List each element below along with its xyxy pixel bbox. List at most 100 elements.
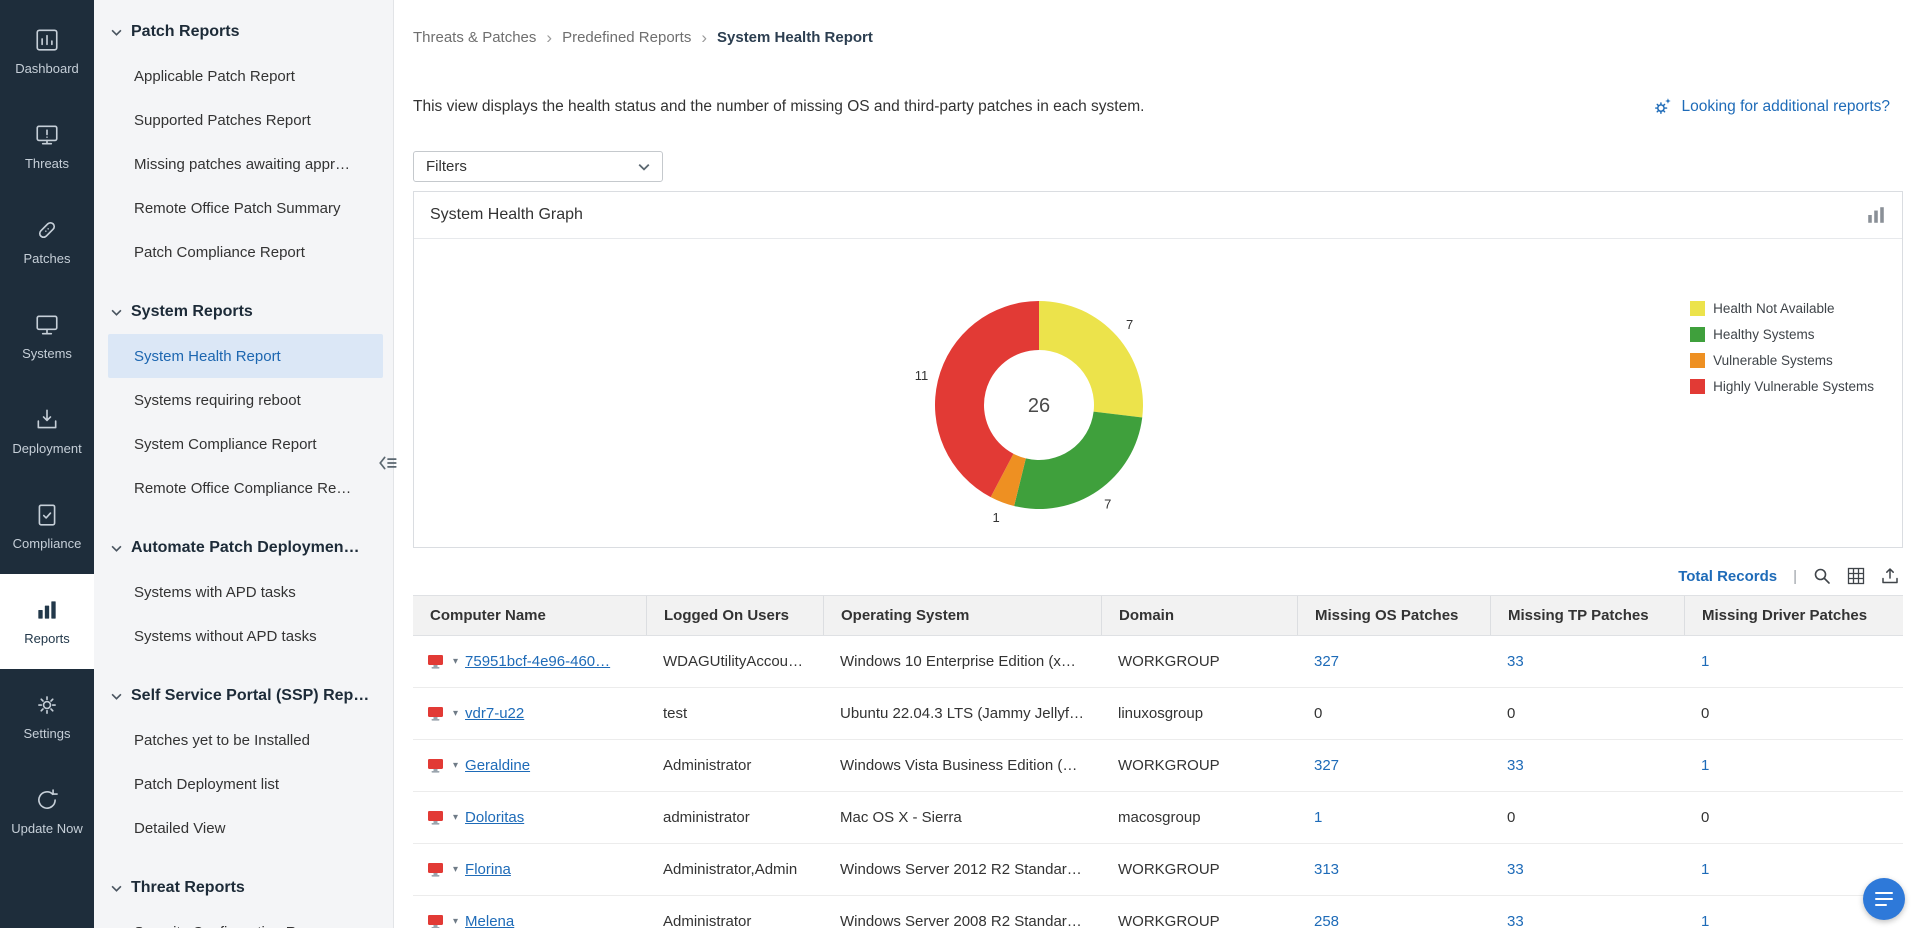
nav-item-update-now[interactable]: Update Now bbox=[0, 764, 94, 859]
legend-item-vulnerable-systems[interactable]: Vulnerable Systems bbox=[1690, 353, 1874, 368]
sidebar-item-missing-patches-awaiting-approval[interactable]: Missing patches awaiting appr… bbox=[94, 142, 393, 186]
nav-item-settings[interactable]: Settings bbox=[0, 669, 94, 764]
breadcrumb-item-current-page: System Health Report bbox=[717, 29, 873, 46]
column-header-operating-system[interactable]: Operating System bbox=[823, 596, 1101, 635]
system-health-table: Computer Name Logged On Users Operating … bbox=[413, 595, 1903, 928]
export-icon[interactable] bbox=[1881, 567, 1899, 585]
sidebar-item-system-compliance-report[interactable]: System Compliance Report bbox=[94, 422, 393, 466]
donut-center-total: 26 bbox=[1028, 395, 1050, 417]
sidebar-item-systems-requiring-reboot[interactable]: Systems requiring reboot bbox=[94, 378, 393, 422]
sidebar-item-remote-office-compliance-report[interactable]: Remote Office Compliance Re… bbox=[94, 466, 393, 510]
sidebar-item-security-configuration-report[interactable]: Security Configuration Rep… bbox=[94, 910, 393, 928]
sidebar-section-header[interactable]: Automate Patch Deploymen… bbox=[94, 526, 393, 570]
nav-item-reports[interactable]: Reports bbox=[0, 574, 94, 669]
column-header-missing-driver-patches[interactable]: Missing Driver Patches bbox=[1684, 596, 1903, 635]
breadcrumb-item-predefined-reports[interactable]: Predefined Reports bbox=[562, 29, 691, 46]
computer-actions-caret-icon[interactable]: ▾ bbox=[453, 656, 458, 667]
total-records-link[interactable]: Total Records bbox=[1678, 568, 1777, 585]
systems-icon bbox=[34, 312, 60, 338]
nav-item-compliance[interactable]: Compliance bbox=[0, 479, 94, 574]
legend-item-healthy-systems[interactable]: Healthy Systems bbox=[1690, 327, 1874, 342]
computer-actions-caret-icon[interactable]: ▾ bbox=[453, 708, 458, 719]
sidebar-item-patch-deployment-list[interactable]: Patch Deployment list bbox=[94, 762, 393, 806]
computer-name-link[interactable]: Geraldine bbox=[465, 757, 530, 774]
missing-os-patches-link[interactable]: 327 bbox=[1314, 757, 1339, 774]
sidebar-item-systems-with-apd-tasks[interactable]: Systems with APD tasks bbox=[94, 570, 393, 614]
computer-actions-caret-icon[interactable]: ▾ bbox=[453, 760, 458, 771]
sidebar-item-systems-without-apd-tasks[interactable]: Systems without APD tasks bbox=[94, 614, 393, 658]
legend-item-highly-vulnerable-systems[interactable]: Highly Vulnerable Systems bbox=[1690, 379, 1874, 394]
sidebar-section-header[interactable]: Threat Reports bbox=[94, 866, 393, 910]
column-header-domain[interactable]: Domain bbox=[1101, 596, 1297, 635]
sidebar-item-remote-office-patch-summary[interactable]: Remote Office Patch Summary bbox=[94, 186, 393, 230]
computer-actions-caret-icon[interactable]: ▾ bbox=[453, 916, 458, 927]
computer-name-link[interactable]: Melena bbox=[465, 913, 514, 928]
computer-name-link[interactable]: vdr7-u22 bbox=[465, 705, 524, 722]
sidebar-section-header[interactable]: Patch Reports bbox=[94, 10, 393, 54]
logged-on-users-cell: Administrator bbox=[646, 740, 823, 791]
missing-os-patches-link[interactable]: 1 bbox=[1314, 809, 1322, 826]
main-content: Threats & Patches › Predefined Reports ›… bbox=[394, 0, 1918, 928]
computer-name-link[interactable]: 75951bcf-4e96-460… bbox=[465, 653, 610, 670]
additional-reports-link[interactable]: Looking for additional reports? bbox=[1652, 96, 1890, 117]
nav-item-dashboard[interactable]: Dashboard bbox=[0, 4, 94, 99]
missing-os-patches-link[interactable]: 327 bbox=[1314, 653, 1339, 670]
chart-legend: Health Not Available Healthy Systems Vul… bbox=[1690, 301, 1874, 405]
missing-os-patches-link[interactable]: 313 bbox=[1314, 861, 1339, 878]
donut-slice-1[interactable] bbox=[1014, 412, 1142, 509]
operating-system-cell: Windows 10 Enterprise Edition (x… bbox=[823, 636, 1101, 687]
missing-driver-patches-link[interactable]: 1 bbox=[1701, 861, 1709, 878]
column-header-computer-name[interactable]: Computer Name bbox=[413, 596, 646, 635]
search-icon[interactable] bbox=[1813, 567, 1831, 585]
nav-label: Systems bbox=[22, 347, 72, 361]
filters-dropdown[interactable]: Filters bbox=[413, 151, 663, 182]
chevron-down-icon bbox=[111, 29, 122, 36]
sidebar-item-system-health-report[interactable]: System Health Report bbox=[108, 334, 383, 378]
table-toolbar: Total Records | bbox=[413, 565, 1899, 587]
sidebar-item-detailed-view[interactable]: Detailed View bbox=[94, 806, 393, 850]
nav-label: Settings bbox=[24, 727, 71, 741]
computer-name-link[interactable]: Doloritas bbox=[465, 809, 524, 826]
breadcrumb-item-threats-and-patches[interactable]: Threats & Patches bbox=[413, 29, 536, 46]
computer-name-link[interactable]: Florina bbox=[465, 861, 511, 878]
missing-driver-patches-link[interactable]: 1 bbox=[1701, 913, 1709, 928]
missing-driver-patches-link[interactable]: 1 bbox=[1701, 757, 1709, 774]
missing-tp-patches-link[interactable]: 33 bbox=[1507, 653, 1524, 670]
donut-slice-value: 11 bbox=[915, 368, 929, 383]
report-suggestion-icon bbox=[1652, 96, 1673, 117]
sidebar-section-header[interactable]: Self Service Portal (SSP) Rep… bbox=[94, 674, 393, 718]
nav-item-threats[interactable]: Threats bbox=[0, 99, 94, 194]
system-health-graph-panel: System Health Graph 7711126 Health Not A… bbox=[413, 191, 1903, 548]
computer-actions-caret-icon[interactable]: ▾ bbox=[453, 864, 458, 875]
sidebar-item-supported-patches-report[interactable]: Supported Patches Report bbox=[94, 98, 393, 142]
missing-tp-patches-link[interactable]: 33 bbox=[1507, 861, 1524, 878]
sidebar-section-title: Threat Reports bbox=[131, 879, 245, 897]
domain-cell: linuxosgroup bbox=[1101, 688, 1297, 739]
chart-type-icon[interactable] bbox=[1866, 205, 1886, 225]
legend-label: Healthy Systems bbox=[1713, 327, 1814, 342]
computer-icon bbox=[427, 810, 446, 826]
missing-os-patches-link[interactable]: 258 bbox=[1314, 913, 1339, 928]
nav-item-systems[interactable]: Systems bbox=[0, 289, 94, 384]
column-header-missing-tp-patches[interactable]: Missing TP Patches bbox=[1490, 596, 1684, 635]
computer-actions-caret-icon[interactable]: ▾ bbox=[453, 812, 458, 823]
sidebar-item-patches-yet-to-be-installed[interactable]: Patches yet to be Installed bbox=[94, 718, 393, 762]
sidebar-section-header[interactable]: System Reports bbox=[94, 290, 393, 334]
sidebar-item-patch-compliance-report[interactable]: Patch Compliance Report bbox=[94, 230, 393, 274]
column-header-logged-on-users[interactable]: Logged On Users bbox=[646, 596, 823, 635]
logged-on-users-cell: Administrator,Admin bbox=[646, 844, 823, 895]
missing-tp-patches-link[interactable]: 33 bbox=[1507, 757, 1524, 774]
sidebar-section-automate-patch-deployment: Automate Patch Deploymen… Systems with A… bbox=[94, 526, 393, 658]
column-header-missing-os-patches[interactable]: Missing OS Patches bbox=[1297, 596, 1490, 635]
sidebar-item-applicable-patch-report[interactable]: Applicable Patch Report bbox=[94, 54, 393, 98]
column-chooser-icon[interactable] bbox=[1847, 567, 1865, 585]
domain-cell: WORKGROUP bbox=[1101, 740, 1297, 791]
logged-on-users-cell: Administrator bbox=[646, 896, 823, 928]
missing-tp-patches-link[interactable]: 33 bbox=[1507, 913, 1524, 928]
missing-os-patches-value: 0 bbox=[1314, 705, 1322, 722]
nav-item-patches[interactable]: Patches bbox=[0, 194, 94, 289]
chat-fab-button[interactable] bbox=[1863, 878, 1905, 920]
legend-item-health-not-available[interactable]: Health Not Available bbox=[1690, 301, 1874, 316]
missing-driver-patches-link[interactable]: 1 bbox=[1701, 653, 1709, 670]
nav-item-deployment[interactable]: Deployment bbox=[0, 384, 94, 479]
